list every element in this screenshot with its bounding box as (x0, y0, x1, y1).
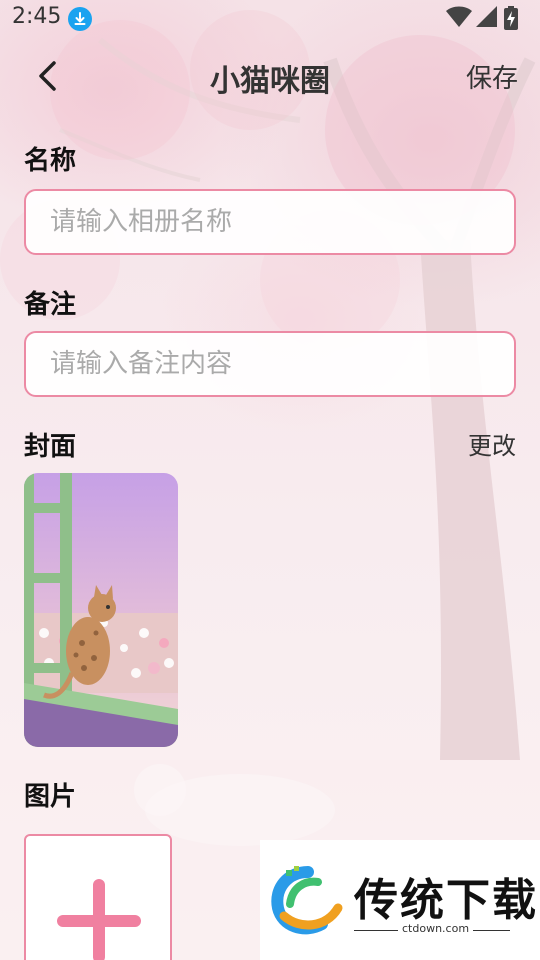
watermark-name: 传统下载 (354, 875, 538, 926)
cover-label: 封面 (24, 432, 77, 462)
note-input[interactable] (24, 331, 516, 397)
add-image-button[interactable] (24, 834, 172, 960)
app-header: 小猫咪圈 保存 (0, 44, 540, 108)
status-bar: 2:45 (0, 0, 540, 36)
download-icon (68, 7, 92, 31)
plus-icon (57, 879, 141, 960)
album-name-input[interactable] (24, 189, 516, 255)
status-icons (446, 6, 526, 30)
name-label: 名称 (24, 146, 77, 176)
battery-charging-icon (504, 6, 518, 34)
note-label: 备注 (24, 290, 77, 320)
signal-icon (476, 6, 498, 32)
images-label: 图片 (24, 782, 77, 812)
change-cover-button[interactable]: 更改 (468, 426, 516, 461)
page-title: 小猫咪圈 (210, 64, 330, 99)
watermark-url: ctdown.com (398, 922, 474, 935)
watermark: 传统下载 ctdown.com (260, 840, 540, 960)
cover-image[interactable] (24, 473, 178, 747)
wifi-icon (446, 6, 472, 32)
watermark-logo-icon (270, 864, 346, 940)
save-button[interactable]: 保存 (466, 58, 518, 95)
status-time: 2:45 (12, 4, 62, 29)
